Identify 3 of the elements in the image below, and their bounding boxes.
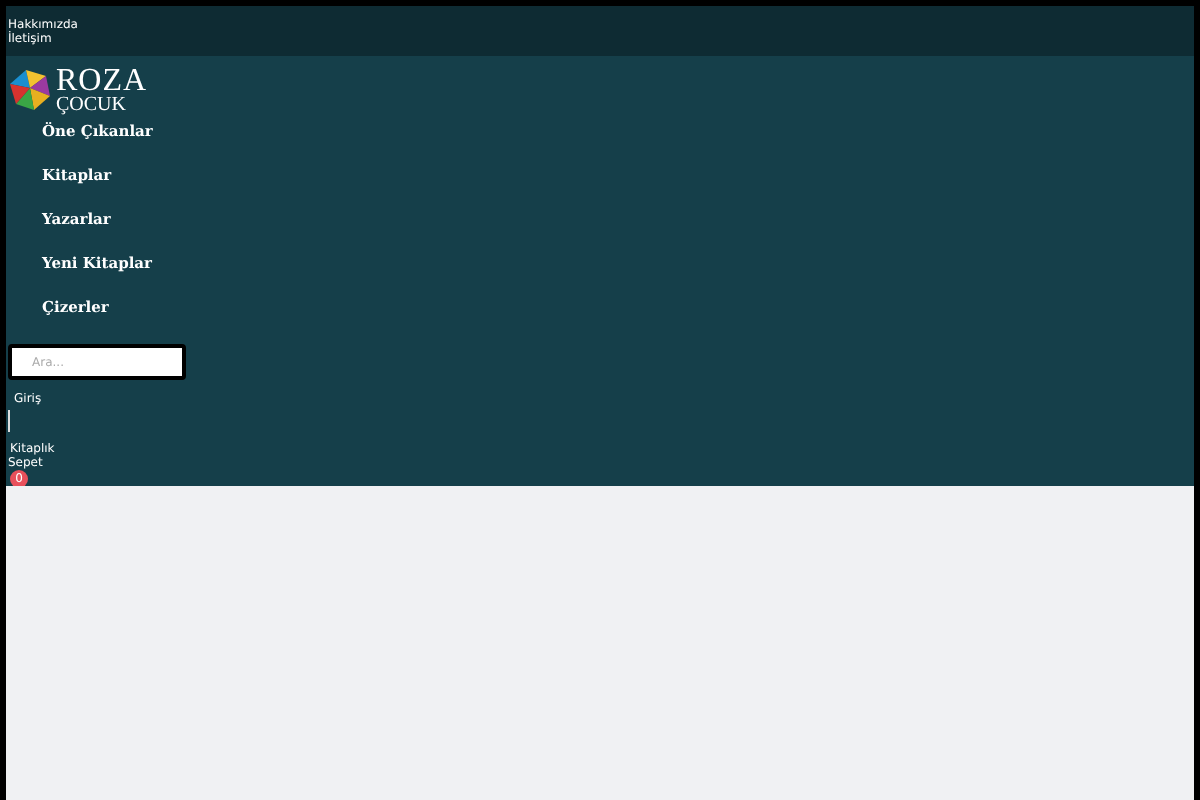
logo-text: ROZA (56, 65, 148, 95)
logo-icon (8, 66, 52, 114)
logo-subtitle: ÇOCUK (56, 95, 129, 115)
